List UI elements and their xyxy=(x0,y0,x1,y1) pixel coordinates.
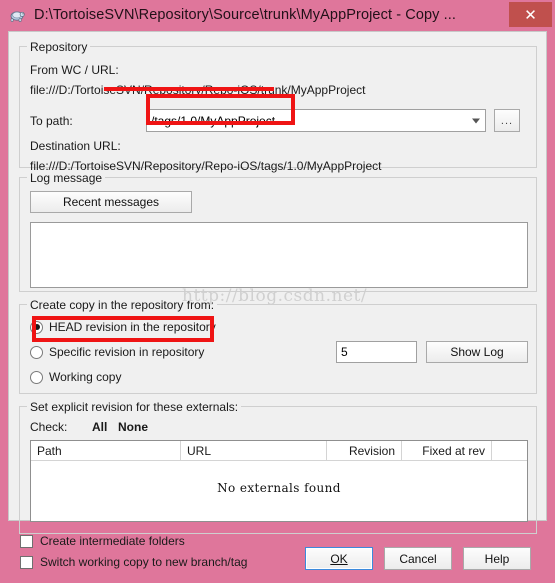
to-path-combo[interactable] xyxy=(146,109,486,132)
repository-group-legend: Repository xyxy=(27,40,91,54)
from-wc-url-value: file:///D:/TortoiseSVN/Repository/Repo-i… xyxy=(30,83,366,97)
checkbox-switch-working-copy[interactable]: Switch working copy to new branch/tag xyxy=(20,555,247,569)
log-message-text xyxy=(31,223,527,231)
externals-group: Set explicit revision for these external… xyxy=(19,400,537,534)
radio-head-revision[interactable]: HEAD revision in the repository xyxy=(30,318,216,336)
radio-head-revision-indicator[interactable] xyxy=(30,320,43,334)
checkbox-switch-working-copy-label: Switch working copy to new branch/tag xyxy=(40,555,248,569)
log-message-textarea[interactable] xyxy=(30,222,528,288)
externals-group-legend: Set explicit revision for these external… xyxy=(27,400,242,414)
recent-messages-button[interactable]: Recent messages xyxy=(30,191,192,213)
radio-specific-revision-indicator[interactable] xyxy=(30,345,43,359)
revision-input[interactable]: 5 xyxy=(336,341,417,363)
column-header-spacer xyxy=(492,441,527,460)
close-icon[interactable]: ✕ xyxy=(509,2,552,27)
externals-table-header: Path URL Revision Fixed at rev xyxy=(31,441,527,461)
chevron-down-icon[interactable] xyxy=(472,118,480,123)
checkbox-create-intermediate-folders[interactable]: Create intermediate folders xyxy=(20,534,185,548)
ok-button[interactable]: OK xyxy=(305,547,373,570)
check-none-link[interactable]: None xyxy=(118,420,148,434)
dialog-client-area: Repository From WC / URL: file:///D:/Tor… xyxy=(8,31,547,534)
radio-working-copy-indicator[interactable] xyxy=(30,370,43,384)
column-header-path[interactable]: Path xyxy=(31,441,181,460)
repository-group: Repository From WC / URL: file:///D:/Tor… xyxy=(19,40,537,173)
help-button[interactable]: Help xyxy=(463,547,531,570)
log-message-group: Log message Recent messages xyxy=(19,171,537,292)
column-header-url[interactable]: URL xyxy=(181,441,327,460)
radio-specific-revision[interactable]: Specific revision in repository xyxy=(30,343,204,361)
checkbox-create-intermediate-folders-box[interactable] xyxy=(20,534,33,548)
show-log-button[interactable]: Show Log xyxy=(426,341,528,363)
destination-url-label: Destination URL: xyxy=(30,139,121,153)
externals-empty-message: No externals found xyxy=(217,481,341,495)
radio-working-copy-label: Working copy xyxy=(49,370,122,384)
cancel-button[interactable]: Cancel xyxy=(384,547,452,570)
checkbox-create-intermediate-folders-label: Create intermediate folders xyxy=(40,534,185,548)
window-title: D:\TortoiseSVN\Repository\Source\trunk\M… xyxy=(34,7,457,23)
column-header-revision[interactable]: Revision xyxy=(327,441,402,460)
to-path-label: To path: xyxy=(30,114,73,128)
checkbox-switch-working-copy-box[interactable] xyxy=(20,555,33,569)
log-message-group-legend: Log message xyxy=(27,171,106,185)
tortoise-svn-icon xyxy=(8,6,26,24)
from-wc-url-label: From WC / URL: xyxy=(30,63,119,77)
create-copy-group: Create copy in the repository from: HEAD… xyxy=(19,298,537,394)
externals-table[interactable]: Path URL Revision Fixed at rev No extern… xyxy=(30,440,528,522)
ok-button-label: OK xyxy=(330,551,348,566)
title-bar[interactable]: D:\TortoiseSVN\Repository\Source\trunk\M… xyxy=(0,0,555,30)
radio-specific-revision-label: Specific revision in repository xyxy=(49,345,205,359)
externals-check-label: Check: xyxy=(30,420,68,434)
column-header-fixed-at-rev[interactable]: Fixed at rev xyxy=(402,441,492,460)
dialog-footer: Create intermediate folders Switch worki… xyxy=(0,521,555,583)
create-copy-group-legend: Create copy in the repository from: xyxy=(27,298,218,312)
radio-working-copy[interactable]: Working copy xyxy=(30,368,121,386)
radio-head-revision-label: HEAD revision in the repository xyxy=(49,320,216,334)
check-all-link[interactable]: All xyxy=(92,420,107,434)
browse-button[interactable]: ... xyxy=(494,109,520,132)
